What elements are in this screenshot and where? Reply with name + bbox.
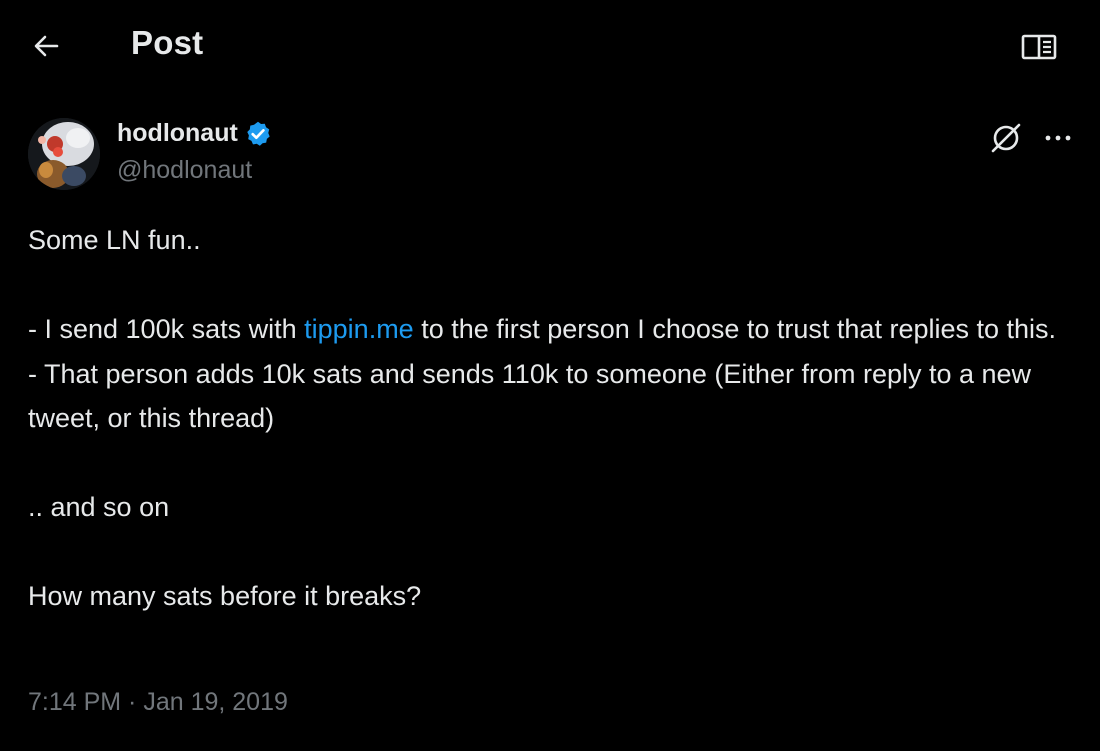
author-handle[interactable]: @hodlonaut xyxy=(117,156,252,185)
page-title: Post xyxy=(131,24,204,61)
top-bar: Post xyxy=(0,0,1100,92)
arrow-left-icon xyxy=(34,35,59,57)
grok-icon xyxy=(991,123,1021,153)
back-button[interactable] xyxy=(22,24,70,68)
tweet-text-segment: - I send 100k sats with xyxy=(28,314,305,344)
reader-mode-button[interactable] xyxy=(1014,26,1064,68)
book-open-icon xyxy=(1021,34,1057,60)
avatar[interactable] xyxy=(28,118,100,190)
tweet-line: - I send 100k sats with tippin.me to the… xyxy=(28,307,1078,352)
author-name-text: hodlonaut xyxy=(117,119,238,147)
avatar-image xyxy=(28,118,100,190)
tippin-me-link[interactable]: tippin.me xyxy=(304,314,414,344)
verified-badge-icon[interactable] xyxy=(244,120,272,148)
grok-button[interactable] xyxy=(986,118,1026,158)
tweet-body: Some LN fun.. - I send 100k sats with ti… xyxy=(28,218,1078,619)
tweet-line: Some LN fun.. xyxy=(28,225,201,255)
tweet-line: How many sats before it breaks? xyxy=(28,581,422,611)
author-display-name[interactable]: hodlonaut xyxy=(117,119,272,148)
post-author: hodlonaut @hodlonaut xyxy=(28,118,1078,190)
more-horizontal-icon xyxy=(1045,135,1071,141)
tweet-text-segment: to the first person I choose to trust th… xyxy=(413,314,1057,344)
more-options-button[interactable] xyxy=(1036,118,1080,158)
tweet-line: .. and so on xyxy=(28,492,170,522)
tweet-line: - That person adds 10k sats and sends 11… xyxy=(28,358,1032,434)
post-timestamp[interactable]: 7:14 PM · Jan 19, 2019 xyxy=(28,688,288,717)
